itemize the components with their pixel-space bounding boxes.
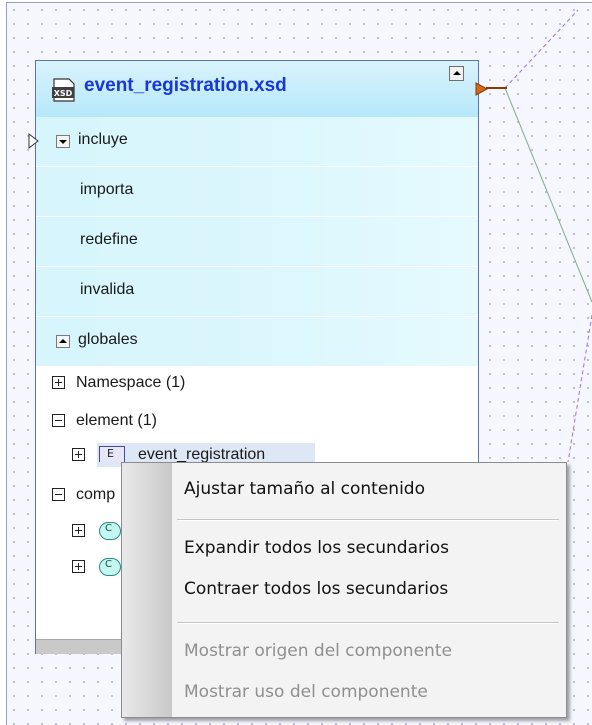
menu-item-show-component-usage: Mostrar uso del componente bbox=[184, 682, 428, 702]
output-port-arrow-icon[interactable] bbox=[475, 82, 489, 96]
menu-item-collapse-all-children[interactable]: Contraer todos los secundarios bbox=[184, 579, 554, 609]
expand-plus-icon[interactable] bbox=[72, 448, 85, 461]
section-label: redefine bbox=[80, 231, 138, 248]
section-redefines[interactable]: redefine bbox=[36, 217, 478, 267]
tree-node-event-registration[interactable]: event_registration bbox=[72, 444, 312, 462]
expand-includes-button[interactable] bbox=[56, 135, 70, 148]
collapse-box-button[interactable] bbox=[449, 66, 464, 81]
section-label: globales bbox=[78, 331, 138, 348]
tree-node-label: element (1) bbox=[76, 412, 157, 429]
expand-plus-icon[interactable] bbox=[52, 376, 65, 389]
section-label: importa bbox=[80, 181, 134, 198]
menu-icon-gutter bbox=[122, 463, 172, 717]
section-includes[interactable]: incluye bbox=[28, 117, 478, 167]
menu-item-show-component-origin: Mostrar origen del componente bbox=[184, 641, 452, 661]
schema-title: event_registration.xsd bbox=[84, 75, 287, 96]
collapse-minus-icon[interactable] bbox=[52, 414, 65, 427]
menu-item-fit-to-content[interactable]: Ajustar tamaño al contenido bbox=[184, 479, 554, 509]
tree-node-label: event_registration bbox=[138, 446, 266, 462]
xsd-file-icon: XSD bbox=[52, 78, 75, 102]
tree-node-label: Namespace (1) bbox=[76, 374, 186, 391]
schema-box-header[interactable]: XSD event_registration.xsd bbox=[36, 61, 478, 117]
collapse-minus-icon[interactable] bbox=[52, 488, 65, 501]
tree-node-complex-type-2[interactable] bbox=[72, 556, 122, 580]
context-menu[interactable]: Ajustar tamaño al contenido Expandir tod… bbox=[121, 462, 567, 718]
section-label: incluye bbox=[78, 131, 128, 148]
menu-separator bbox=[177, 519, 559, 521]
tree-node-label: comp bbox=[76, 486, 116, 503]
section-overrides[interactable]: invalida bbox=[36, 267, 478, 317]
schema-sections: incluye importa redefine invalida global… bbox=[28, 117, 478, 367]
include-port-arrow-icon[interactable] bbox=[28, 133, 40, 149]
section-label: invalida bbox=[80, 281, 135, 298]
section-imports[interactable]: importa bbox=[36, 167, 478, 217]
complex-type-icon bbox=[99, 522, 121, 540]
menu-item-expand-all-children[interactable]: Expandir todos los secundarios bbox=[184, 538, 554, 568]
complex-type-icon bbox=[99, 558, 121, 576]
tree-node-complex-type-1[interactable] bbox=[72, 520, 122, 544]
expand-plus-icon[interactable] bbox=[72, 560, 85, 573]
element-icon bbox=[99, 446, 125, 462]
collapse-globals-button[interactable] bbox=[56, 335, 70, 348]
section-globals[interactable]: globales bbox=[36, 317, 478, 367]
expand-plus-icon[interactable] bbox=[72, 524, 85, 537]
svg-text:XSD: XSD bbox=[54, 89, 73, 98]
menu-separator bbox=[177, 622, 559, 624]
